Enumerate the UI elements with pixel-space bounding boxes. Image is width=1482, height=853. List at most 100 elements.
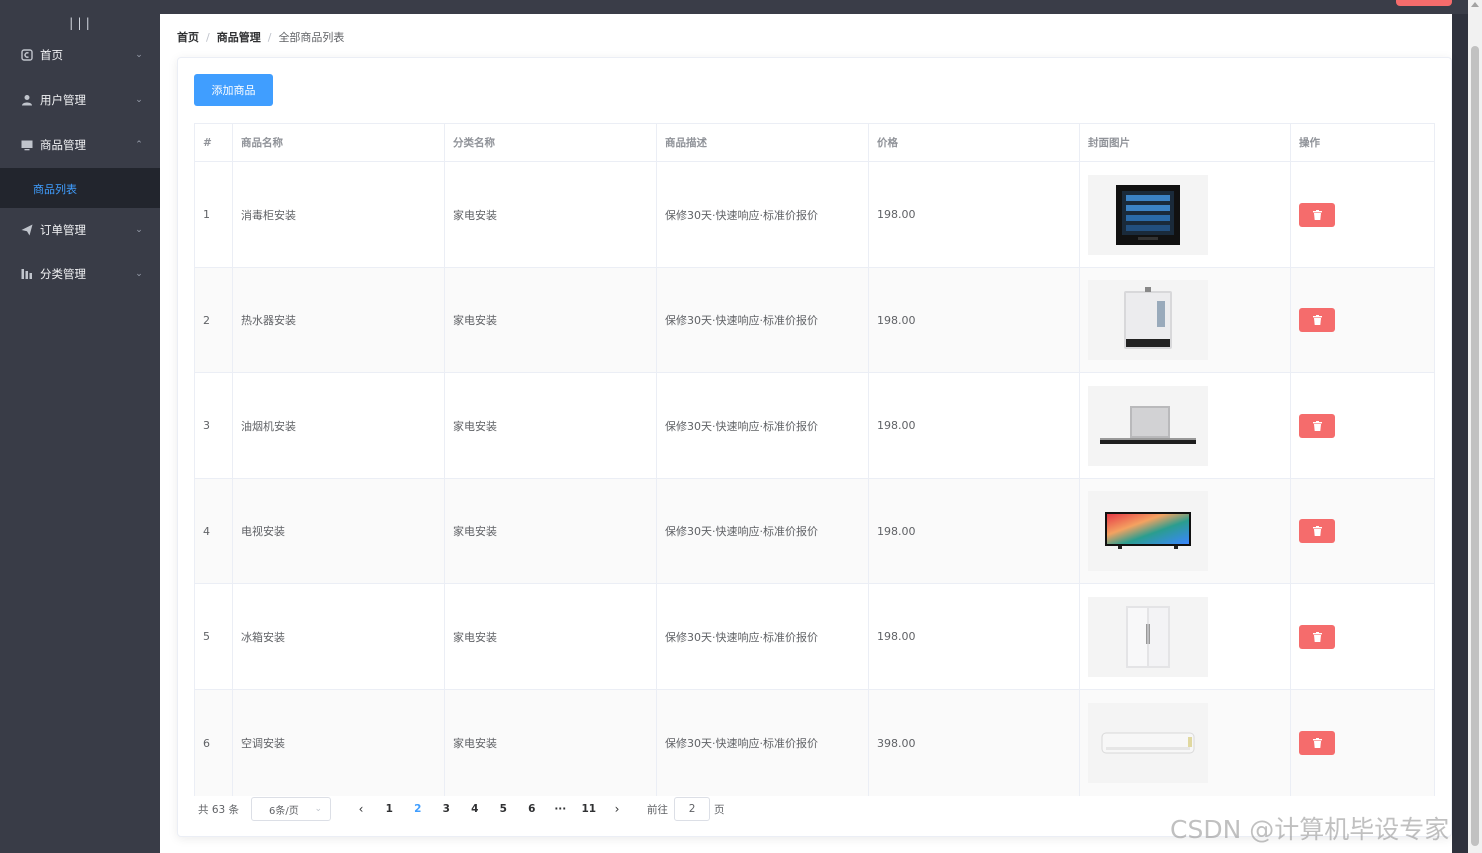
actions-cell	[1291, 162, 1434, 267]
column-header-description: 商品描述	[657, 124, 869, 161]
page-number[interactable]: 6	[518, 803, 547, 815]
delete-button[interactable]	[1299, 731, 1335, 755]
column-header-category: 分类名称	[445, 124, 657, 161]
column-header-index: #	[195, 124, 233, 161]
trash-icon	[1312, 738, 1322, 748]
submenu-goods: 商品列表	[0, 168, 160, 208]
collapse-toggle[interactable]: |||	[0, 14, 160, 34]
page-size-select[interactable]: 6条/页 ⌄	[251, 797, 332, 821]
next-page-button[interactable]: ›	[603, 802, 631, 816]
delete-button[interactable]	[1299, 308, 1335, 332]
goods-description: 保修30天·快速响应·标准价报价	[657, 479, 869, 583]
goto-page-input[interactable]: 2	[674, 797, 711, 821]
trash-icon	[1312, 631, 1322, 642]
row-index: 3	[195, 373, 233, 478]
cover-image-cell	[1080, 373, 1291, 478]
row-index: 2	[195, 268, 233, 372]
table-row: 1 消毒柜安装 家电安装 保修30天·快速响应·标准价报价 198.00	[195, 162, 1434, 268]
goods-price: 198.00	[869, 162, 1080, 267]
sidebar-item-label: 首页	[40, 48, 63, 62]
send-icon	[20, 223, 34, 237]
actions-cell	[1291, 584, 1434, 689]
chevron-down-icon: ⌄	[135, 50, 143, 60]
column-header-price: 价格	[869, 124, 1080, 161]
cover-image-cell	[1080, 690, 1291, 796]
goods-price: 198.00	[869, 479, 1080, 583]
goods-description: 保修30天·快速响应·标准价报价	[657, 268, 869, 372]
prev-page-button[interactable]: ‹	[347, 802, 375, 816]
column-header-cover-image: 封面图片	[1080, 124, 1291, 161]
home-icon	[20, 48, 34, 62]
column-header-name: 商品名称	[233, 124, 445, 161]
page-number-current[interactable]: 2	[404, 803, 433, 815]
breadcrumb: 首页 / 商品管理 / 全部商品列表	[177, 29, 344, 45]
cover-image-cell	[1080, 162, 1291, 267]
table-row: 5 冰箱安装 家电安装 保修30天·快速响应·标准价报价 198.00	[195, 584, 1434, 690]
page-scrollbar[interactable]	[1468, 0, 1482, 853]
goods-category: 家电安装	[445, 373, 657, 478]
refrigerator-image[interactable]	[1088, 596, 1208, 677]
television-image[interactable]	[1088, 491, 1208, 571]
watermark: CSDN @计算机毕设专家	[1170, 815, 1450, 844]
sidebar-item-goods[interactable]: 商品管理 ⌃	[0, 123, 160, 167]
sidebar-item-home[interactable]: 首页 ⌄	[0, 33, 160, 77]
sidebar-item-label: 分类管理	[40, 267, 86, 281]
cover-image-cell	[1080, 584, 1291, 689]
sidebar-item-orders[interactable]: 订单管理 ⌄	[0, 208, 160, 252]
logout-button[interactable]	[1396, 0, 1452, 6]
page-number[interactable]: 3	[432, 803, 461, 815]
actions-cell	[1291, 479, 1434, 583]
chevron-down-icon: ⌄	[135, 95, 143, 105]
trash-icon	[1312, 420, 1322, 431]
goods-price: 198.00	[869, 584, 1080, 689]
goods-category: 家电安装	[445, 162, 657, 267]
trash-icon	[1312, 209, 1322, 220]
breadcrumb-home[interactable]: 首页	[177, 29, 199, 45]
delete-button[interactable]	[1299, 413, 1335, 438]
more-pages-icon[interactable]: ···	[546, 803, 575, 815]
sidebar-item-users[interactable]: 用户管理 ⌄	[0, 78, 160, 122]
goods-name: 冰箱安装	[233, 584, 445, 689]
page-jumper: 前往 2 页	[647, 797, 725, 821]
cover-image-cell	[1080, 268, 1291, 372]
row-index: 5	[195, 584, 233, 689]
goods-name: 电视安装	[233, 479, 445, 583]
sidebar: ||| 首页 ⌄ 用户管理 ⌄ 商品管理 ⌃ 商品列表 订单管理 ⌄ 分类管理 …	[0, 0, 160, 853]
page-number[interactable]: 5	[489, 803, 518, 815]
scroll-up-arrow-icon[interactable]	[1471, 2, 1479, 7]
cover-image-cell	[1080, 479, 1291, 583]
page-suffix: 页	[714, 803, 725, 816]
water-heater-image[interactable]	[1088, 280, 1208, 360]
sidebar-item-goods-list[interactable]: 商品列表	[33, 181, 77, 197]
column-header-actions: 操作	[1299, 137, 1320, 149]
delete-button[interactable]	[1299, 624, 1335, 649]
disinfection-cabinet-image[interactable]	[1088, 174, 1208, 255]
sidebar-item-categories[interactable]: 分类管理 ⌄	[0, 252, 160, 296]
chevron-up-icon: ⌃	[135, 140, 143, 150]
goods-description: 保修30天·快速响应·标准价报价	[657, 162, 869, 267]
page-number[interactable]: 1	[375, 803, 404, 815]
add-goods-button[interactable]: 添加商品	[194, 74, 273, 106]
air-conditioner-image[interactable]	[1088, 703, 1208, 783]
row-index: 1	[195, 162, 233, 267]
page-number[interactable]: 4	[461, 803, 490, 815]
row-index: 6	[195, 690, 233, 796]
actions-cell	[1291, 373, 1434, 478]
range-hood-image[interactable]	[1088, 385, 1208, 466]
breadcrumb-separator: /	[206, 30, 210, 44]
sidebar-item-label: 订单管理	[40, 223, 86, 237]
breadcrumb-current: 全部商品列表	[278, 31, 345, 44]
breadcrumb-section[interactable]: 商品管理	[217, 29, 261, 45]
table-row: 4 电视安装 家电安装 保修30天·快速响应·标准价报价 198.00	[195, 479, 1434, 584]
breadcrumb-separator: /	[267, 30, 272, 44]
delete-button[interactable]	[1299, 519, 1335, 543]
page-number[interactable]: 11	[575, 803, 604, 815]
goods-category: 家电安装	[445, 584, 657, 689]
user-icon	[20, 93, 34, 107]
table-row: 3 油烟机安装 家电安装 保修30天·快速响应·标准价报价 198.00	[195, 373, 1434, 479]
goods-description: 保修30天·快速响应·标准价报价	[657, 584, 869, 689]
actions-cell	[1291, 690, 1434, 796]
delete-button[interactable]	[1299, 202, 1335, 227]
scrollbar-thumb[interactable]	[1471, 46, 1479, 846]
sidebar-item-label: 商品管理	[40, 138, 86, 152]
